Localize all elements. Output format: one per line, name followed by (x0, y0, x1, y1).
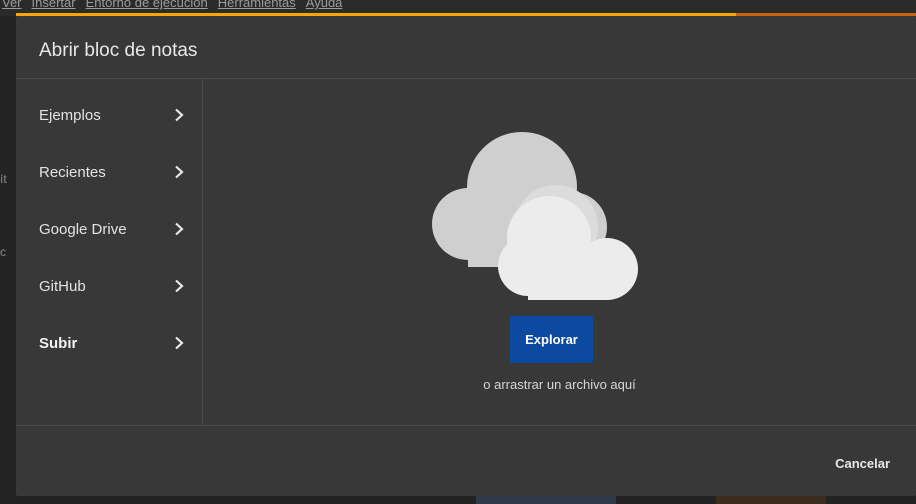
chevron-right-icon (175, 336, 184, 350)
background-bottom (16, 496, 916, 504)
chevron-right-icon (175, 165, 184, 179)
sidebar-item-recientes[interactable]: Recientes (16, 144, 202, 200)
bg-menu-ver[interactable]: Ver (2, 0, 22, 10)
sidebar-item-label: Subir (39, 334, 78, 352)
sidebar-item-label: GitHub (39, 277, 86, 295)
sidebar-item-github[interactable]: GitHub (16, 258, 202, 314)
open-notebook-dialog: Abrir bloc de notas Ejemplos Recientes G… (16, 13, 916, 496)
sidebar-item-label: Google Drive (39, 220, 127, 238)
dialog-title: Abrir bloc de notas (39, 40, 198, 61)
bg-fragment-1: ít (0, 172, 7, 186)
chevron-right-icon (175, 222, 184, 236)
chevron-right-icon (175, 108, 184, 122)
bg-menu-herramientas[interactable]: Herramientas (218, 0, 296, 10)
sidebar-item-subir[interactable]: Subir (16, 315, 202, 371)
background-left-strip (0, 16, 16, 504)
drag-file-hint: o arrastrar un archivo aquí (483, 377, 636, 392)
cancel-button[interactable]: Cancelar (835, 456, 890, 471)
bg-menu-entorno[interactable]: Entorno de ejecución (86, 0, 208, 10)
loading-progress-bar (16, 13, 916, 16)
sidebar-item-label: Recientes (39, 163, 106, 181)
cloud-icon (432, 132, 638, 300)
bg-menu-ayuda[interactable]: Ayuda (306, 0, 343, 10)
sidebar-item-label: Ejemplos (39, 106, 101, 124)
sidebar-item-ejemplos[interactable]: Ejemplos (16, 87, 202, 143)
loading-progress-fill (16, 13, 736, 16)
footer-divider (16, 425, 916, 426)
bg-fragment-2: c (0, 245, 6, 259)
sidebar-item-google-drive[interactable]: Google Drive (16, 201, 202, 257)
chevron-right-icon (175, 279, 184, 293)
upload-drop-zone[interactable]: Explorar o arrastrar un archivo aquí (203, 79, 916, 425)
bg-menu-insertar[interactable]: Insertar (32, 0, 76, 10)
explore-button[interactable]: Explorar (510, 316, 593, 363)
